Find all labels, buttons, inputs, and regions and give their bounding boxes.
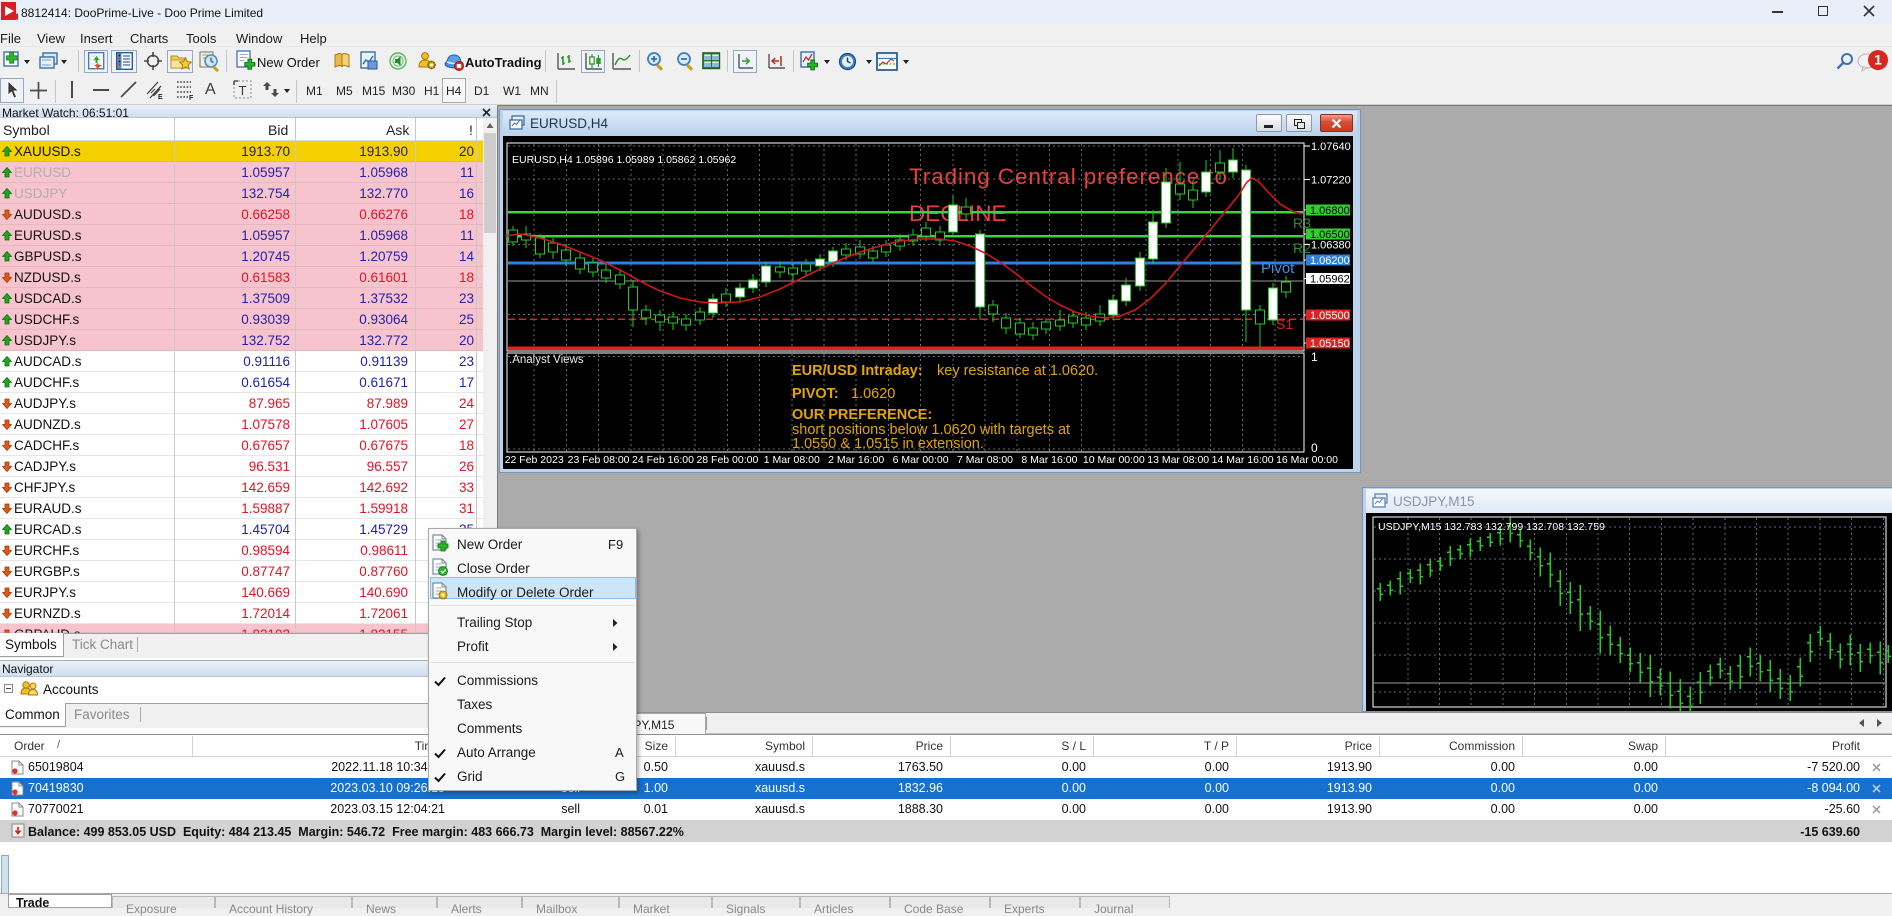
svg-text:22 Feb 2023: 22 Feb 2023 <box>505 454 564 466</box>
svg-text:.Analyst Views: .Analyst Views <box>509 354 584 366</box>
svg-text:7 Mar 08:00: 7 Mar 08:00 <box>957 454 1013 466</box>
svg-text:R2: R2 <box>1293 240 1311 256</box>
svg-text:1.05150: 1.05150 <box>1310 338 1350 350</box>
svg-text:13 Mar 08:00: 13 Mar 08:00 <box>1147 454 1209 466</box>
svg-text:1.0550 & 1.0515 in extension.: 1.0550 & 1.0515 in extension. <box>792 436 984 452</box>
svg-text:1: 1 <box>1311 350 1318 364</box>
svg-text:14 Mar 16:00: 14 Mar 16:00 <box>1212 454 1274 466</box>
svg-text:16 Mar 00:00: 16 Mar 00:00 <box>1276 454 1338 466</box>
svg-text:E: E <box>158 94 163 100</box>
svg-text:1.07640: 1.07640 <box>1311 141 1351 153</box>
svg-text:1.06200: 1.06200 <box>1310 255 1350 267</box>
svg-text:T: T <box>239 83 247 98</box>
svg-text:F: F <box>189 95 194 100</box>
svg-text:1.06380: 1.06380 <box>1311 240 1351 252</box>
svg-text:USDJPY,M15 132.783 132.799 13: USDJPY,M15 132.783 132.799 132.708 132.7… <box>1378 521 1605 533</box>
svg-text:6 Mar 00:00: 6 Mar 00:00 <box>893 454 949 466</box>
svg-text:1 Mar 08:00: 1 Mar 08:00 <box>764 454 820 466</box>
svg-text:24 Feb 16:00: 24 Feb 16:00 <box>632 454 694 466</box>
svg-text:1.05962: 1.05962 <box>1310 274 1350 286</box>
svg-text:2 Mar 16:00: 2 Mar 16:00 <box>828 454 884 466</box>
svg-text:key resistance at 1.0620.: key resistance at 1.0620. <box>937 363 1098 379</box>
svg-text:28 Feb 00:00: 28 Feb 00:00 <box>696 454 758 466</box>
svg-text:S1: S1 <box>1276 316 1293 332</box>
svg-text:23 Feb 08:00: 23 Feb 08:00 <box>568 454 630 466</box>
svg-text:PIVOT:: PIVOT: <box>792 386 839 402</box>
svg-text:Pivot: Pivot <box>1261 260 1295 277</box>
svg-text:EURUSD,H4 1.05896 1.05989 1.0: EURUSD,H4 1.05896 1.05989 1.05862 1.0596… <box>512 154 736 166</box>
svg-text:1: 1 <box>1874 52 1882 68</box>
svg-text:10 Mar 00:00: 10 Mar 00:00 <box>1083 454 1145 466</box>
svg-text:1.06800: 1.06800 <box>1310 205 1350 217</box>
svg-text:EUR/USD Intraday:: EUR/USD Intraday: <box>792 363 923 379</box>
svg-text:0: 0 <box>1311 441 1318 455</box>
svg-text:1.0620: 1.0620 <box>851 386 895 402</box>
svg-text:1.07220: 1.07220 <box>1311 175 1351 187</box>
svg-text:1.06500: 1.06500 <box>1310 229 1350 241</box>
svg-text:OUR PREFERENCE:: OUR PREFERENCE: <box>792 407 932 423</box>
svg-text:8 Mar 16:00: 8 Mar 16:00 <box>1021 454 1077 466</box>
svg-text:1.05500: 1.05500 <box>1310 310 1350 322</box>
